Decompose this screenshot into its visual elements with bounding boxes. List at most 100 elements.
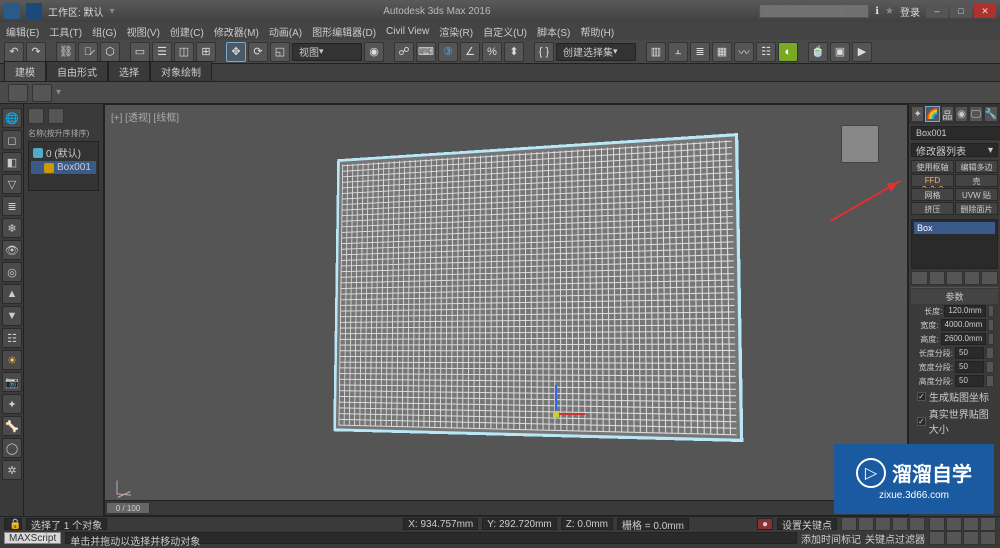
coord-x[interactable]: X: 934.757mm xyxy=(403,518,478,530)
ltool-helper[interactable]: ✦ xyxy=(2,394,22,414)
ltool-bone[interactable]: 🦴 xyxy=(2,416,22,436)
search-input[interactable] xyxy=(759,4,869,18)
timetag-button[interactable]: 添加时间标记 xyxy=(801,531,861,546)
autokey-button[interactable]: ● xyxy=(757,518,773,530)
menu-animation[interactable]: 动画(A) xyxy=(269,24,302,39)
asnap-button[interactable]: ∠ xyxy=(460,42,480,62)
scene-sort-label[interactable]: 名称(按升序排序) xyxy=(28,128,99,139)
bind-button[interactable]: ⬡ xyxy=(100,42,120,62)
time-slider[interactable]: 0 / 100 xyxy=(106,502,150,514)
stack-base-box[interactable]: Box xyxy=(914,222,995,234)
scene-list[interactable]: 0 (默认) Box001 xyxy=(28,141,99,191)
ribbon-btn-1[interactable] xyxy=(8,84,28,102)
scene-item-box001[interactable]: Box001 xyxy=(31,161,96,174)
cmdtab-create[interactable]: ✦ xyxy=(911,106,924,122)
maxscript-button[interactable]: MAXScript xyxy=(4,532,61,544)
goto-end-button[interactable] xyxy=(909,517,925,531)
tab-modeling[interactable]: 建模 xyxy=(4,61,46,81)
stack-pin-button[interactable] xyxy=(911,271,928,285)
ribbon-btn-2[interactable] xyxy=(32,84,52,102)
gen-mapcoords-checkbox[interactable] xyxy=(917,392,926,401)
undo-button[interactable]: ↶ xyxy=(4,42,24,62)
ltool-select-all[interactable]: ◻ xyxy=(2,130,22,150)
scene-item-root[interactable]: 0 (默认) xyxy=(31,144,96,161)
maximize-button[interactable]: □ xyxy=(950,4,972,18)
menu-civil[interactable]: Civil View xyxy=(386,26,429,37)
prev-frame-button[interactable] xyxy=(858,517,874,531)
nav-zoom-button[interactable] xyxy=(946,517,962,531)
cmdtab-modify[interactable]: 🌈 xyxy=(925,106,939,122)
realworld-checkbox[interactable] xyxy=(917,417,926,426)
mod-extrude[interactable]: 挤压 xyxy=(911,202,954,215)
unlink-button[interactable]: ⛓̷ xyxy=(78,42,98,62)
viewport-label[interactable]: [+] [透视] [线框] xyxy=(111,109,179,124)
login-link[interactable]: 登录 xyxy=(900,4,920,19)
menu-edit[interactable]: 编辑(E) xyxy=(6,24,39,39)
modifier-stack[interactable]: Box xyxy=(911,219,998,269)
spinner-snap-button[interactable]: ⬍ xyxy=(504,42,524,62)
play-button[interactable] xyxy=(875,517,891,531)
ltool-props[interactable]: ☷ xyxy=(2,328,22,348)
menu-views[interactable]: 视图(V) xyxy=(127,24,160,39)
scene-select-button[interactable] xyxy=(28,108,44,124)
select-button[interactable]: ▭ xyxy=(130,42,150,62)
tab-freeform[interactable]: 自由形式 xyxy=(46,61,108,81)
ltool-light[interactable]: ☀ xyxy=(2,350,22,370)
stack-unique-button[interactable] xyxy=(946,271,963,285)
menu-script[interactable]: 脚本(S) xyxy=(537,24,570,39)
ribbon-toggle-button[interactable]: ▦ xyxy=(712,42,732,62)
ltool-cam[interactable]: 📷 xyxy=(2,372,22,392)
cmdtab-display[interactable]: 🖵 xyxy=(969,106,982,122)
mod-delete[interactable]: 删除面片 xyxy=(955,202,998,215)
goto-start-button[interactable] xyxy=(841,517,857,531)
stack-remove-button[interactable] xyxy=(964,271,981,285)
refcoord-dropdown[interactable]: 视图 ▾ xyxy=(292,43,362,61)
hsegs-field[interactable]: 50 xyxy=(955,375,984,387)
params-header[interactable]: 参数 xyxy=(911,289,998,304)
wsegs-spinner[interactable] xyxy=(986,361,994,373)
stack-config-button[interactable] xyxy=(981,271,998,285)
mirror-button[interactable]: ▥ xyxy=(646,42,666,62)
lsegs-field[interactable]: 50 xyxy=(955,347,984,359)
status-lock-icon[interactable]: 🔒 xyxy=(4,518,22,530)
window-crossing-button[interactable]: ⊞ xyxy=(196,42,216,62)
nav-walk-button[interactable] xyxy=(946,531,962,545)
selset-edit-button[interactable]: { } xyxy=(534,42,554,62)
ltool-parent[interactable]: ▲ xyxy=(2,284,22,304)
viewcube[interactable] xyxy=(841,125,879,163)
setkey-button[interactable]: 设置关键点 xyxy=(777,518,837,530)
length-field[interactable]: 120.0mm xyxy=(944,305,985,317)
curve-editor-button[interactable]: 〰 xyxy=(734,42,754,62)
wsegs-field[interactable]: 50 xyxy=(955,361,984,373)
schematic-button[interactable]: ☷ xyxy=(756,42,776,62)
snap-button[interactable]: ③ xyxy=(438,42,458,62)
manipulate-button[interactable]: ☍ xyxy=(394,42,414,62)
menu-graph[interactable]: 图形编辑器(D) xyxy=(312,24,376,39)
modifier-list-dropdown[interactable]: 修改器列表▾ xyxy=(911,143,998,157)
lsegs-spinner[interactable] xyxy=(986,347,994,359)
height-field[interactable]: 2600.0mm xyxy=(941,333,987,345)
nav-orbit-button[interactable] xyxy=(929,531,945,545)
menu-group[interactable]: 组(G) xyxy=(92,24,116,39)
move-gizmo[interactable] xyxy=(555,385,557,415)
stack-show-button[interactable] xyxy=(929,271,946,285)
menu-customize[interactable]: 自定义(U) xyxy=(483,24,527,39)
close-button[interactable]: ✕ xyxy=(974,4,996,18)
ltool-hide[interactable]: 👁 xyxy=(2,240,22,260)
width-field[interactable]: 4000.0mm xyxy=(941,319,987,331)
render-button[interactable]: ▶ xyxy=(852,42,872,62)
layers-button[interactable]: ≣ xyxy=(690,42,710,62)
pivot-button[interactable]: ◉ xyxy=(364,42,384,62)
rotate-button[interactable]: ⟳ xyxy=(248,42,268,62)
keyfilter-button[interactable]: 关键点过滤器 xyxy=(865,531,925,546)
minimize-button[interactable]: – xyxy=(926,4,948,18)
menu-create[interactable]: 创建(C) xyxy=(170,24,204,39)
next-frame-button[interactable] xyxy=(892,517,908,531)
timeline[interactable]: 0 / 100 xyxy=(104,500,908,516)
nav-max-button[interactable] xyxy=(963,531,979,545)
ltool-child[interactable]: ▼ xyxy=(2,306,22,326)
tab-selection[interactable]: 选择 xyxy=(108,61,150,81)
ltool-shape[interactable]: ◯ xyxy=(2,438,22,458)
nav-region-button[interactable] xyxy=(980,531,996,545)
app-icon[interactable] xyxy=(4,3,20,19)
